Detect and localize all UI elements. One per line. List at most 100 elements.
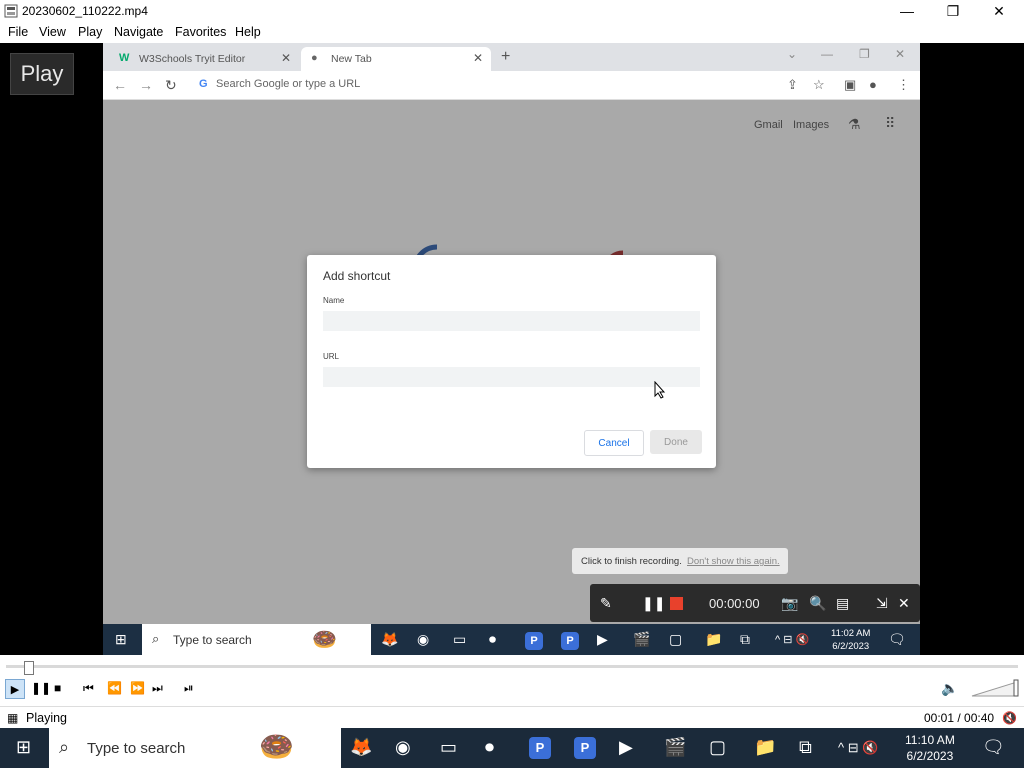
donut-icon: 🍩 [312,629,337,651]
browser-restore-icon[interactable]: ❐ [859,47,870,61]
tab-new-tab[interactable]: ● New Tab ✕ [301,47,491,71]
gmail-link[interactable]: Gmail [754,119,783,131]
tab-label: W3Schools Tryit Editor [139,53,246,65]
tray-icons[interactable]: ^ ⊟ 🔇 [838,740,878,756]
close-tab-icon[interactable]: ✕ [473,51,483,65]
mute-icon[interactable]: 🔇 [1002,711,1017,725]
recorder-watermark: Recorded with iTop Screen Recorder [355,341,656,361]
side-panel-icon[interactable]: ▣ [844,77,856,93]
dont-show-link[interactable]: Don't show this again. [687,556,780,567]
done-button[interactable]: Done [650,430,702,454]
apps-grid-icon[interactable]: ⠿ [885,115,895,132]
terminal-icon[interactable]: ▭ [440,737,457,758]
stop-record-icon[interactable] [670,597,683,610]
share-icon[interactable]: ⇪ [787,77,798,93]
inner-taskbar: ⊞ ⌕ Type to search 🍩 🦊 ◉ ▭ ⏺ P P ▶ 🎬 ▢ 📁… [103,624,920,655]
app-p1-icon[interactable]: P [529,736,551,759]
rewind-button[interactable]: ⏪ [107,681,122,695]
notification-icon[interactable]: 🗨 [982,737,1005,758]
pause-button[interactable]: ❚❚ [31,681,51,695]
app-p2-icon[interactable]: P [561,631,579,650]
terminal-icon[interactable]: ▭ [453,631,466,648]
firefox-icon[interactable]: 🦊 [381,631,398,648]
name-field[interactable] [323,311,700,331]
close-recorder-icon[interactable]: ✕ [898,595,910,612]
video-editor-icon[interactable]: ▶ [619,737,633,758]
menu-file[interactable]: File [8,25,28,39]
previous-button[interactable]: ⏮ [83,681,94,696]
browser-tab-strip: W W3Schools Tryit Editor ✕ ● New Tab ✕ +… [103,43,920,71]
maximize-button[interactable]: ❐ [930,0,976,22]
back-icon[interactable]: ← [113,77,127,93]
play-button[interactable]: ▶ [5,679,25,699]
visual-studio-icon[interactable]: ⧉ [740,631,750,648]
media-player-icon[interactable]: 🎬 [633,631,650,648]
pause-icon[interactable]: ❚❚ [642,595,665,612]
tab-search-icon[interactable]: ⌄ [787,47,797,61]
notification-icon[interactable]: 🗨 [888,631,906,648]
title-bar: 20230602_110222.mp4 — ❐ ✕ [0,0,1024,22]
frame-step-button[interactable]: ⏯ [184,681,194,696]
windows-start-icon[interactable]: ⊞ [16,737,31,758]
menu-play[interactable]: Play [78,25,102,39]
file-explorer-icon[interactable]: 📁 [705,631,722,648]
tray-icons[interactable]: ^ ⊟ 🔇 [775,633,809,646]
forward-icon[interactable]: → [139,77,153,93]
zoom-icon[interactable]: 🔍 [809,595,826,612]
inner-search-box[interactable]: ⌕ Type to search 🍩 [142,624,371,655]
menu-favorites[interactable]: Favorites [175,25,226,39]
menu-dots-icon[interactable]: ⋮ [897,77,910,93]
window-app-icon[interactable]: ▢ [669,631,682,648]
next-button[interactable]: ⏭ [152,681,163,696]
caption-icon[interactable]: ▤ [836,595,849,612]
menu-view[interactable]: View [39,25,66,39]
search-text: Type to search [173,633,252,647]
close-button[interactable]: ✕ [976,0,1022,22]
new-tab-button[interactable]: + [501,48,510,66]
firefox-icon[interactable]: 🦊 [350,737,372,758]
inner-clock[interactable]: 11:02 AM 6/2/2023 [831,627,870,653]
fast-forward-button[interactable]: ⏩ [130,681,145,695]
minimize-rec-icon[interactable]: ⇲ [876,595,888,612]
seek-bar[interactable] [6,665,1018,668]
labs-flask-icon[interactable]: ⚗ [848,116,861,133]
menu-navigate[interactable]: Navigate [114,25,163,39]
window-app-icon[interactable]: ▢ [709,737,726,758]
recorder-app-icon[interactable]: ⏺ [485,737,494,758]
omnibox-input[interactable]: Search Google or type a URL [216,78,360,90]
volume-slider[interactable] [971,679,1019,697]
status-icon: ▦ [7,711,19,725]
chrome-taskbar-icon[interactable]: ◉ [417,631,429,648]
app-p2-icon[interactable]: P [574,736,596,759]
reload-icon[interactable]: ↻ [165,77,177,94]
pen-icon[interactable]: ✎ [600,595,612,612]
bookmark-star-icon[interactable]: ☆ [813,77,825,93]
host-search-box[interactable]: ⌕ Type to search 🍩 [49,728,341,768]
media-file-icon [4,4,18,18]
windows-start-icon[interactable]: ⊞ [115,631,127,648]
seek-thumb[interactable] [24,661,34,675]
recorder-app-icon[interactable]: ⏺ [489,631,496,648]
minimize-button[interactable]: — [884,0,930,22]
file-explorer-icon[interactable]: 📁 [754,737,776,758]
url-field[interactable] [323,367,700,387]
stop-button[interactable]: ■ [54,681,61,695]
volume-icon[interactable]: 🔈 [941,680,958,697]
media-player-icon[interactable]: 🎬 [664,737,686,758]
menu-help[interactable]: Help [235,25,261,39]
tab-w3schools[interactable]: W W3Schools Tryit Editor ✕ [109,47,299,71]
tooltip-text: Click to finish recording. [581,556,682,567]
profile-icon[interactable]: ● [869,77,877,92]
cancel-button[interactable]: Cancel [584,430,644,456]
close-tab-icon[interactable]: ✕ [281,51,291,65]
camera-icon[interactable]: 📷 [781,595,798,612]
chrome-icon: ● [311,52,318,64]
browser-minimize-icon[interactable]: — [821,47,833,61]
visual-studio-icon[interactable]: ⧉ [799,737,812,758]
host-clock[interactable]: 11:10 AM 6/2/2023 [905,732,955,764]
video-editor-icon[interactable]: ▶ [597,631,608,648]
browser-close-icon[interactable]: ✕ [895,47,905,61]
app-p1-icon[interactable]: P [525,631,543,650]
images-link[interactable]: Images [793,119,829,131]
chrome-taskbar-icon[interactable]: ◉ [395,737,411,758]
